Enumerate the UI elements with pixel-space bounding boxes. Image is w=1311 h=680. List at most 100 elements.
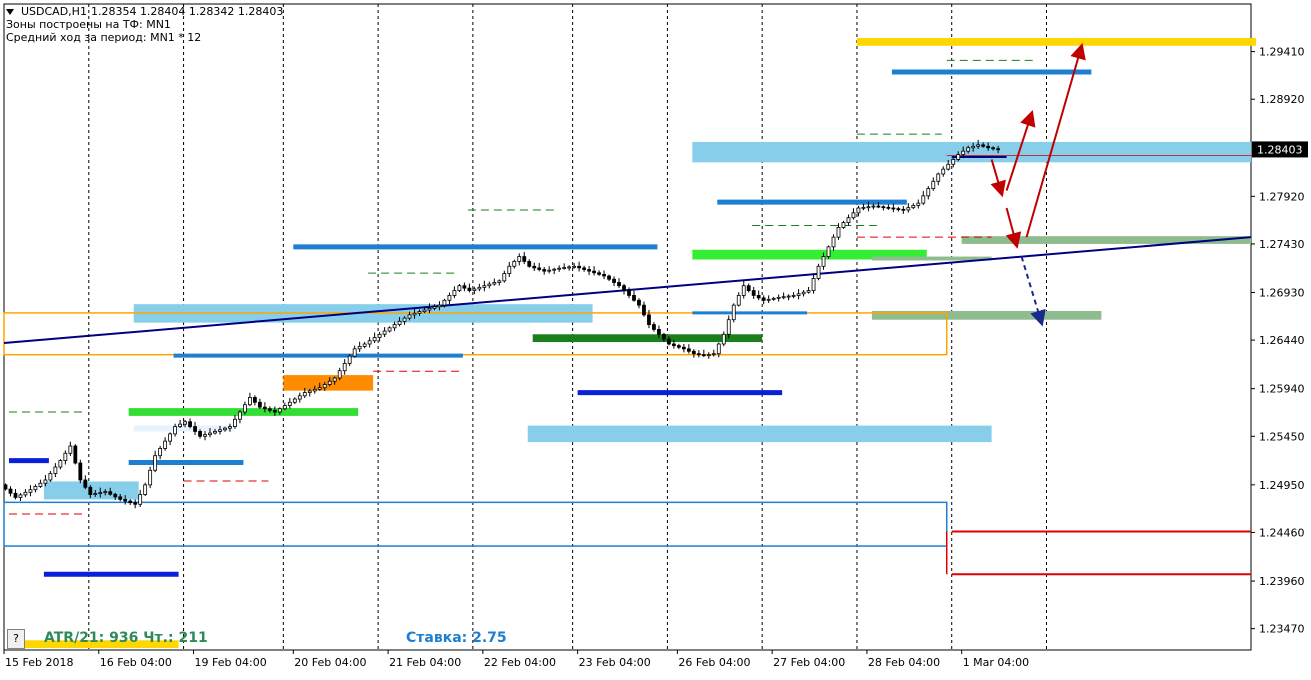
candle-body xyxy=(307,390,312,393)
candle-body xyxy=(108,491,113,495)
x-tick-label: 26 Feb 04:00 xyxy=(678,656,750,669)
candle-body xyxy=(292,398,297,403)
candle-body xyxy=(881,206,886,209)
candle-body xyxy=(572,265,577,268)
candle-body xyxy=(457,285,462,291)
candle-body xyxy=(627,290,631,296)
candle-body xyxy=(911,205,916,209)
candle-body xyxy=(402,317,407,322)
candle-body xyxy=(297,395,302,400)
candle-body xyxy=(512,261,517,267)
candle-body xyxy=(173,426,177,435)
candle-body xyxy=(287,401,292,406)
candle-body xyxy=(736,295,741,306)
candle-body xyxy=(896,208,901,211)
candle-body xyxy=(871,205,876,208)
candle-body xyxy=(926,188,931,197)
candle-body xyxy=(8,488,13,494)
rate-label: Ставка: 2.75 xyxy=(406,630,507,646)
candle-body xyxy=(158,448,163,457)
y-tick-label: 1.23470 xyxy=(1259,623,1305,636)
candle-body xyxy=(362,343,367,347)
candle-body xyxy=(487,283,492,287)
candle-body xyxy=(766,298,771,301)
candle-body xyxy=(562,267,567,269)
candle-body xyxy=(452,290,457,296)
candle-body xyxy=(856,207,861,214)
candle-body xyxy=(976,144,981,147)
candle-body xyxy=(18,494,23,498)
candle-body xyxy=(352,348,357,357)
candle-body xyxy=(676,345,681,348)
candle-body xyxy=(257,401,262,408)
candle-body xyxy=(696,353,701,356)
candle-body xyxy=(322,384,327,389)
average-range-label: Средний ход за период: MN1 * 12 xyxy=(6,31,202,44)
candle-body xyxy=(233,418,237,427)
candle-body xyxy=(816,265,821,279)
y-tick-label: 1.28920 xyxy=(1259,93,1305,106)
candle-body xyxy=(447,295,452,301)
candle-body xyxy=(312,388,317,392)
candle-body xyxy=(58,460,63,468)
candle-body xyxy=(68,445,73,454)
candle-body xyxy=(841,222,846,228)
candle-body xyxy=(652,324,656,330)
candle-body xyxy=(532,265,537,269)
candle-body xyxy=(248,397,252,406)
candle-body xyxy=(637,299,641,306)
candle-body xyxy=(113,493,118,498)
candle-body xyxy=(986,145,991,149)
x-tick-label: 20 Feb 04:00 xyxy=(294,656,366,669)
candle-body xyxy=(951,159,956,165)
x-tick-label: 22 Feb 04:00 xyxy=(484,656,556,669)
candle-body xyxy=(607,275,611,280)
price-zone xyxy=(692,141,1251,163)
candle-body xyxy=(781,296,786,299)
candle-body xyxy=(916,202,921,206)
candle-body xyxy=(547,269,552,272)
candle-body xyxy=(931,180,936,189)
candle-body xyxy=(801,291,806,295)
candle-body xyxy=(138,494,143,505)
candle-body xyxy=(711,353,716,356)
candle-body xyxy=(492,282,497,285)
candle-body xyxy=(153,455,158,471)
candle-body xyxy=(148,469,153,486)
x-tick-label: 15 Feb 2018 xyxy=(5,656,73,669)
candle-body xyxy=(93,493,98,496)
candle-body xyxy=(557,267,562,270)
candle-body xyxy=(771,297,776,300)
candle-body xyxy=(657,329,661,335)
x-tick-label: 28 Feb 04:00 xyxy=(868,656,940,669)
candle-body xyxy=(482,285,487,288)
candle-body xyxy=(667,338,671,345)
candle-body xyxy=(337,370,342,379)
candle-body xyxy=(746,285,751,291)
candle-body xyxy=(966,147,971,152)
candle-body xyxy=(243,404,247,413)
candle-body xyxy=(477,286,482,290)
candle-body xyxy=(188,421,192,427)
candle-body xyxy=(577,265,582,269)
candle-body xyxy=(527,261,532,267)
candle-body xyxy=(213,431,217,434)
price-zone xyxy=(527,425,992,443)
candle-body xyxy=(198,431,202,437)
y-tick-label: 1.29410 xyxy=(1259,46,1305,59)
candle-body xyxy=(507,265,512,274)
y-tick-label: 1.24460 xyxy=(1259,526,1305,539)
candle-body xyxy=(208,432,212,436)
candle-body xyxy=(168,433,173,442)
candle-body xyxy=(317,387,322,390)
candle-body xyxy=(861,206,866,209)
help-button[interactable]: ? xyxy=(7,629,25,649)
chart-svg: 1.29410 1.28920 1.27920 1.27430 1.26930 1.264… xyxy=(0,0,1311,676)
x-tick-label: 1 Mar 04:00 xyxy=(963,656,1029,669)
price-zone xyxy=(856,38,1256,46)
y-tick-label: 1.25940 xyxy=(1259,383,1305,396)
candle-body xyxy=(143,484,148,495)
candle-body xyxy=(203,434,207,437)
candle-body xyxy=(622,285,626,291)
dropdown-triangle-icon[interactable] xyxy=(6,8,14,15)
